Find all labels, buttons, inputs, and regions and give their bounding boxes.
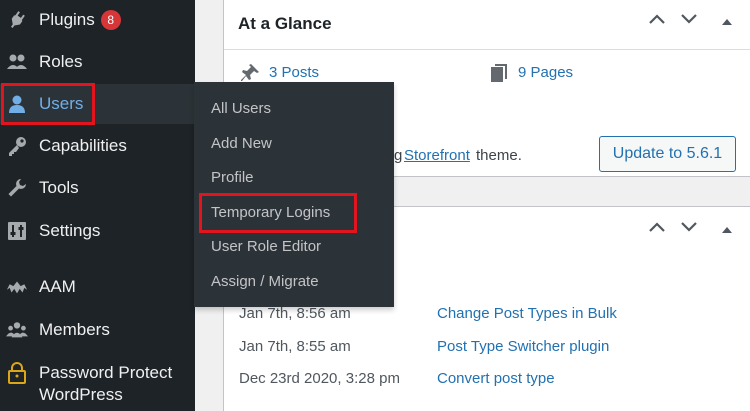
sidebar-item-roles[interactable]: Roles bbox=[0, 42, 195, 82]
move-down-button[interactable] bbox=[680, 220, 698, 237]
update-count-badge: 8 bbox=[100, 10, 121, 31]
move-down-button[interactable] bbox=[680, 12, 698, 29]
sidebar-item-label: Plugins bbox=[39, 9, 95, 29]
admin-sidebar: Plugins 8 Roles Users Capabilities Tools … bbox=[0, 0, 195, 411]
theme-text-fragment: g bbox=[394, 147, 403, 164]
move-up-button[interactable] bbox=[648, 220, 666, 237]
activity-date: Jan 7th, 8:56 am bbox=[239, 305, 351, 322]
sidebar-item-capabilities[interactable]: Capabilities bbox=[0, 126, 195, 166]
sidebar-item-plugins[interactable]: Plugins 8 bbox=[0, 0, 195, 40]
sidebar-item-label: Members bbox=[39, 320, 110, 339]
theme-link[interactable]: Storefront bbox=[404, 147, 470, 164]
sidebar-item-settings[interactable]: Settings bbox=[0, 211, 195, 251]
pages-icon bbox=[490, 63, 508, 88]
sidebar-item-label: Password Protect WordPress bbox=[39, 363, 173, 404]
sidebar-item-aam[interactable]: AAM bbox=[0, 267, 195, 307]
toggle-panel-button[interactable] bbox=[721, 14, 733, 30]
settings-icon bbox=[6, 220, 28, 242]
move-up-button[interactable] bbox=[648, 12, 666, 29]
submenu-item-add-new[interactable]: Add New bbox=[211, 135, 272, 152]
activity-date: Dec 23rd 2020, 3:28 pm bbox=[239, 370, 400, 387]
posts-count-link[interactable]: 3 Posts bbox=[269, 64, 319, 81]
update-wordpress-button[interactable]: Update to 5.6.1 bbox=[599, 136, 736, 172]
submenu-item-assign-migrate[interactable]: Assign / Migrate bbox=[211, 273, 319, 290]
activity-post-link[interactable]: Change Post Types in Bulk bbox=[437, 305, 617, 322]
widget-header-divider bbox=[224, 49, 750, 50]
sidebar-item-tools[interactable]: Tools bbox=[0, 168, 195, 208]
submenu-item-user-role-editor[interactable]: User Role Editor bbox=[211, 238, 321, 255]
theme-text-suffix: theme. bbox=[476, 147, 522, 164]
widget-title: At a Glance bbox=[238, 14, 332, 33]
sidebar-item-members[interactable]: Members bbox=[0, 310, 195, 350]
users-highlight-box bbox=[1, 83, 95, 125]
activity-post-link[interactable]: Convert post type bbox=[437, 370, 555, 387]
activity-post-link[interactable]: Post Type Switcher plugin bbox=[437, 338, 609, 355]
submenu-item-profile[interactable]: Profile bbox=[211, 169, 254, 186]
key-icon bbox=[6, 135, 28, 157]
lock-icon bbox=[6, 362, 28, 384]
sidebar-item-label: Settings bbox=[39, 221, 101, 240]
roles-icon bbox=[6, 51, 28, 73]
sidebar-item-label: AAM bbox=[39, 277, 76, 296]
temporary-logins-highlight-box bbox=[199, 193, 357, 233]
wrench-icon bbox=[6, 177, 28, 199]
sidebar-item-label: Roles bbox=[39, 52, 83, 71]
sidebar-item-label: Capabilities bbox=[39, 136, 127, 155]
sidebar-item-label: Tools bbox=[39, 178, 79, 197]
pages-count-link[interactable]: 9 Pages bbox=[518, 64, 573, 81]
activity-date: Jan 7th, 8:55 am bbox=[239, 338, 351, 355]
aam-icon bbox=[6, 276, 28, 298]
submenu-item-all-users[interactable]: All Users bbox=[211, 100, 271, 117]
plugins-icon bbox=[6, 9, 28, 31]
members-icon bbox=[6, 319, 28, 341]
toggle-panel-button[interactable] bbox=[721, 222, 733, 238]
